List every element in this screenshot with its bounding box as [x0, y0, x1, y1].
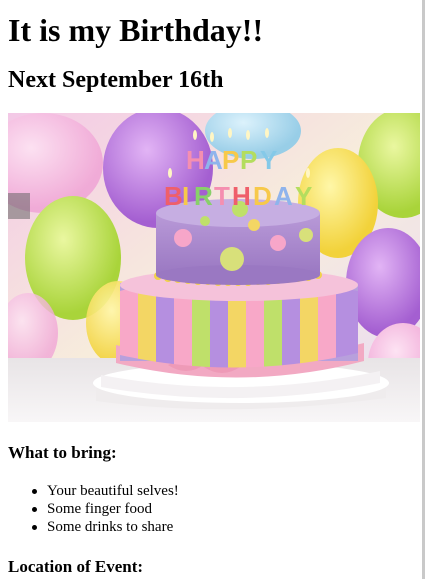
svg-text:T: T: [214, 181, 230, 211]
svg-text:B: B: [164, 181, 183, 211]
svg-text:P: P: [222, 145, 239, 175]
location-heading: Location of Event:: [8, 557, 144, 576]
svg-text:D: D: [253, 181, 272, 211]
svg-text:H: H: [232, 181, 251, 211]
list-item: Some drinks to share: [32, 518, 179, 536]
svg-text:A: A: [274, 181, 293, 211]
svg-text:H: H: [186, 145, 205, 175]
bring-list: Your beautiful selves! Some finger food …: [8, 482, 179, 536]
svg-text:A: A: [204, 145, 223, 175]
birthday-cake-image: H A P P Y B I R T H D A Y: [8, 113, 420, 422]
date-heading: Next September 16th: [8, 67, 224, 93]
list-item: Some finger food: [32, 500, 179, 518]
svg-text:P: P: [240, 145, 257, 175]
page-title: It is my Birthday!!: [8, 12, 264, 48]
list-item: Your beautiful selves!: [32, 483, 179, 499]
svg-text:Y: Y: [295, 181, 312, 211]
what-to-bring-heading: What to bring:: [8, 443, 117, 462]
svg-text:I: I: [182, 181, 189, 211]
svg-text:Y: Y: [260, 145, 277, 175]
svg-text:R: R: [194, 181, 213, 211]
